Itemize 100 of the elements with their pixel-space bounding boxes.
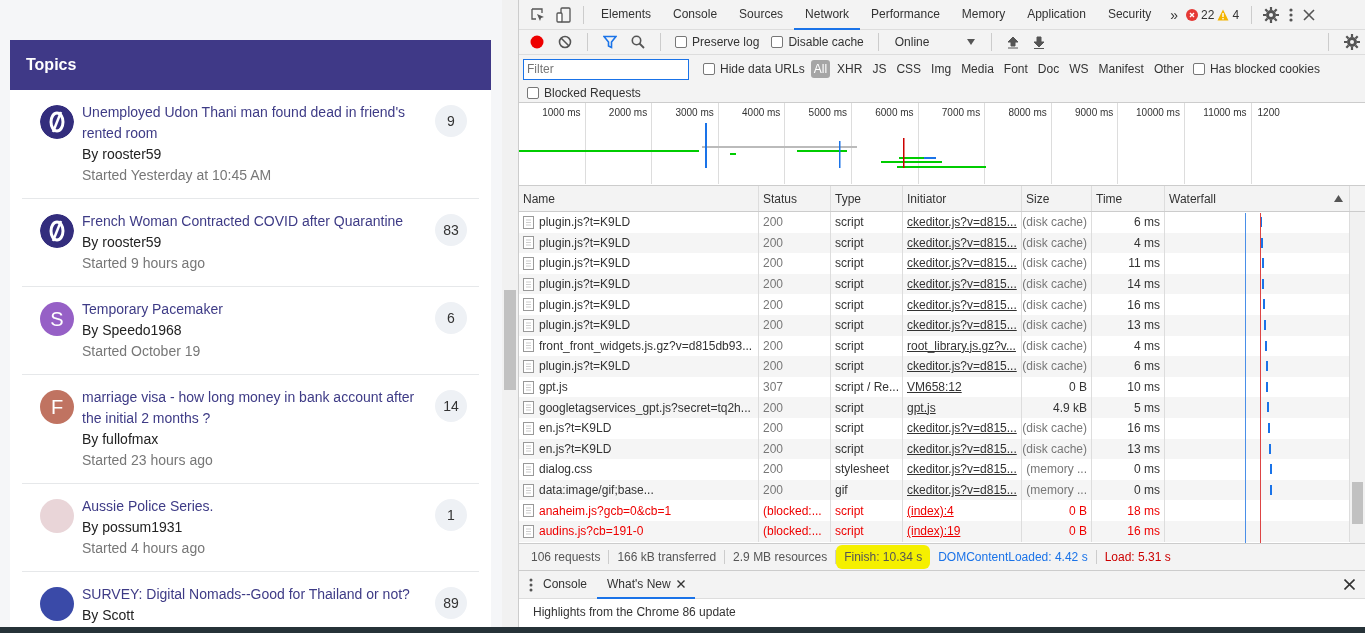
close-icon[interactable]	[1303, 8, 1316, 21]
request-name-text[interactable]: plugin.js?t=K9LD	[539, 359, 631, 374]
request-name-text[interactable]: data:image/gif;base...	[539, 483, 654, 497]
column-header[interactable]: Waterfall	[1165, 186, 1350, 211]
close-icon[interactable]	[1344, 579, 1355, 590]
timeline-tick-label: 9000 ms	[1051, 103, 1119, 184]
upload-icon[interactable]	[1007, 35, 1020, 49]
initiator-link[interactable]: ckeditor.js?v=d815...	[903, 273, 1022, 295]
topic-title-link[interactable]: French Woman Contracted COVID after Quarantine	[82, 211, 422, 232]
resource-type-filter[interactable]: JS	[869, 60, 890, 78]
checkbox[interactable]: Has blocked cookies	[1192, 62, 1320, 76]
resource-type-filter[interactable]: Media	[958, 60, 997, 78]
drawer-tab[interactable]: Console	[533, 570, 598, 599]
column-header[interactable]: Initiator	[903, 186, 1022, 211]
initiator-link[interactable]: (index):4	[903, 500, 1022, 521]
panel-tab[interactable]: Console	[662, 0, 729, 30]
checkbox[interactable]: Blocked Requests	[527, 86, 641, 100]
request-name-text[interactable]: en.js?t=K9LD	[539, 421, 612, 436]
warning-count[interactable]: 4	[1232, 7, 1240, 22]
status-cell: 200	[759, 397, 831, 418]
request-name-text[interactable]: audins.js?cb=191-0	[539, 524, 644, 539]
request-name-text[interactable]: front_front_widgets.js.gz?v=d815db93...	[539, 338, 753, 353]
file-icon	[523, 401, 534, 415]
search-icon[interactable]	[631, 35, 645, 49]
checkbox[interactable]: Preserve log	[675, 35, 760, 49]
request-name-text[interactable]: googletagservices_gpt.js?secret=tq2h...	[539, 400, 751, 415]
resource-type-filter[interactable]: Img	[928, 60, 955, 78]
close-icon[interactable]	[676, 579, 685, 588]
inspect-icon[interactable]	[530, 6, 546, 23]
panel-tab[interactable]: Elements	[590, 0, 663, 30]
resource-type-filter[interactable]: WS	[1066, 60, 1092, 78]
request-name-text[interactable]: en.js?t=K9LD	[539, 441, 612, 456]
time-cell: 16 ms	[1092, 520, 1165, 542]
initiator-link[interactable]: gpt.js	[903, 397, 1022, 418]
reply-count: 6	[435, 302, 467, 334]
initiator-link[interactable]: ckeditor.js?v=d815...	[903, 212, 1022, 233]
initiator-link[interactable]: ckeditor.js?v=d815...	[903, 438, 1022, 460]
page-scrollbar[interactable]	[502, 0, 518, 627]
scrollbar-thumb[interactable]	[1352, 482, 1363, 524]
column-header[interactable]: Type	[831, 186, 903, 211]
topic-title-link[interactable]: marriage visa - how long money in bank account after the initial 2 months ?	[82, 387, 422, 429]
scrollbar-thumb[interactable]	[504, 290, 516, 390]
filter-icon[interactable]	[603, 35, 617, 49]
request-name-text[interactable]: plugin.js?t=K9LD	[539, 256, 631, 271]
more-options-icon[interactable]	[529, 577, 533, 592]
device-toolbar-icon[interactable]	[556, 6, 572, 23]
initiator-link[interactable]: ckeditor.js?v=d815...	[903, 294, 1022, 315]
initiator-link[interactable]: ckeditor.js?v=d815...	[903, 479, 1022, 501]
request-name-text[interactable]: plugin.js?t=K9LD	[539, 277, 631, 292]
error-count[interactable]: 22	[1201, 7, 1215, 22]
more-tabs-button[interactable]: »	[1162, 6, 1187, 23]
initiator-link[interactable]: ckeditor.js?v=d815...	[903, 314, 1022, 336]
panel-tab[interactable]: Memory	[950, 0, 1017, 30]
request-name-text[interactable]: gpt.js	[539, 380, 568, 395]
initiator-link[interactable]: ckeditor.js?v=d815...	[903, 417, 1022, 439]
request-name-text[interactable]: dialog.css	[539, 462, 593, 477]
resource-type-filter[interactable]: Doc	[1034, 60, 1063, 78]
initiator-link[interactable]: ckeditor.js?v=d815...	[903, 253, 1022, 274]
table-scrollbar[interactable]	[1350, 212, 1365, 543]
request-name-text[interactable]: plugin.js?t=K9LD	[539, 235, 631, 250]
record-icon[interactable]	[530, 35, 544, 49]
initiator-link[interactable]: (index):19	[903, 520, 1022, 542]
panel-tab[interactable]: Application	[1016, 0, 1097, 30]
request-name-text[interactable]: plugin.js?t=K9LD	[539, 297, 631, 312]
panel-tab[interactable]: Security	[1096, 0, 1163, 30]
clear-icon[interactable]	[558, 35, 572, 49]
panel-tab[interactable]: Performance	[860, 0, 951, 30]
drawer-tab[interactable]: What's New	[597, 570, 695, 599]
summary-text: Load: 5.31 s	[1103, 550, 1172, 564]
topic-title-link[interactable]: Aussie Police Series.	[82, 496, 422, 517]
file-icon	[523, 215, 534, 229]
initiator-link[interactable]: ckeditor.js?v=d815...	[903, 232, 1022, 254]
topic-title-link[interactable]: Unemployed Udon Thani man found dead in friend's rented room	[82, 102, 422, 144]
size-cell: (disk cache)	[1022, 212, 1092, 233]
resource-type-filter[interactable]: Manifest	[1095, 60, 1147, 78]
download-icon[interactable]	[1033, 35, 1046, 49]
resource-type-filter[interactable]: Font	[1000, 60, 1031, 78]
request-name-text[interactable]: anaheim.js?gcb=0&cb=1	[539, 503, 672, 518]
settings-icon[interactable]	[1344, 34, 1360, 50]
sort-ascending-icon	[1334, 195, 1343, 202]
filter-field[interactable]: Filter	[523, 58, 689, 80]
resource-type-filter[interactable]: Other	[1150, 60, 1187, 78]
checkbox[interactable]: Disable cache	[771, 35, 864, 49]
column-header[interactable]: Time	[1092, 186, 1165, 211]
request-name-text[interactable]: plugin.js?t=K9LD	[539, 318, 631, 333]
throttling-dropdown[interactable]: Online	[888, 35, 982, 49]
resource-type-filter[interactable]: XHR	[834, 60, 866, 78]
topic-title-link[interactable]: Temporary Pacemaker	[82, 299, 422, 320]
initiator-link[interactable]: ckeditor.js?v=d815...	[903, 356, 1022, 377]
initiator-link[interactable]: ckeditor.js?v=d815...	[903, 459, 1022, 480]
topic-title-link[interactable]: SURVEY: Digital Nomads--Good for Thailand or not?	[82, 584, 422, 605]
column-header[interactable]: Size	[1022, 186, 1092, 211]
settings-icon[interactable]	[1263, 6, 1280, 23]
column-header[interactable]: Name	[519, 186, 759, 211]
checkbox[interactable]: Hide data URLs	[703, 62, 805, 76]
more-options-icon[interactable]	[1289, 6, 1294, 23]
panel-tab[interactable]: Sources	[728, 0, 795, 30]
resource-type-filter[interactable]: CSS	[893, 60, 925, 78]
column-header[interactable]: Status	[759, 186, 831, 211]
request-name-text[interactable]: plugin.js?t=K9LD	[539, 215, 631, 230]
